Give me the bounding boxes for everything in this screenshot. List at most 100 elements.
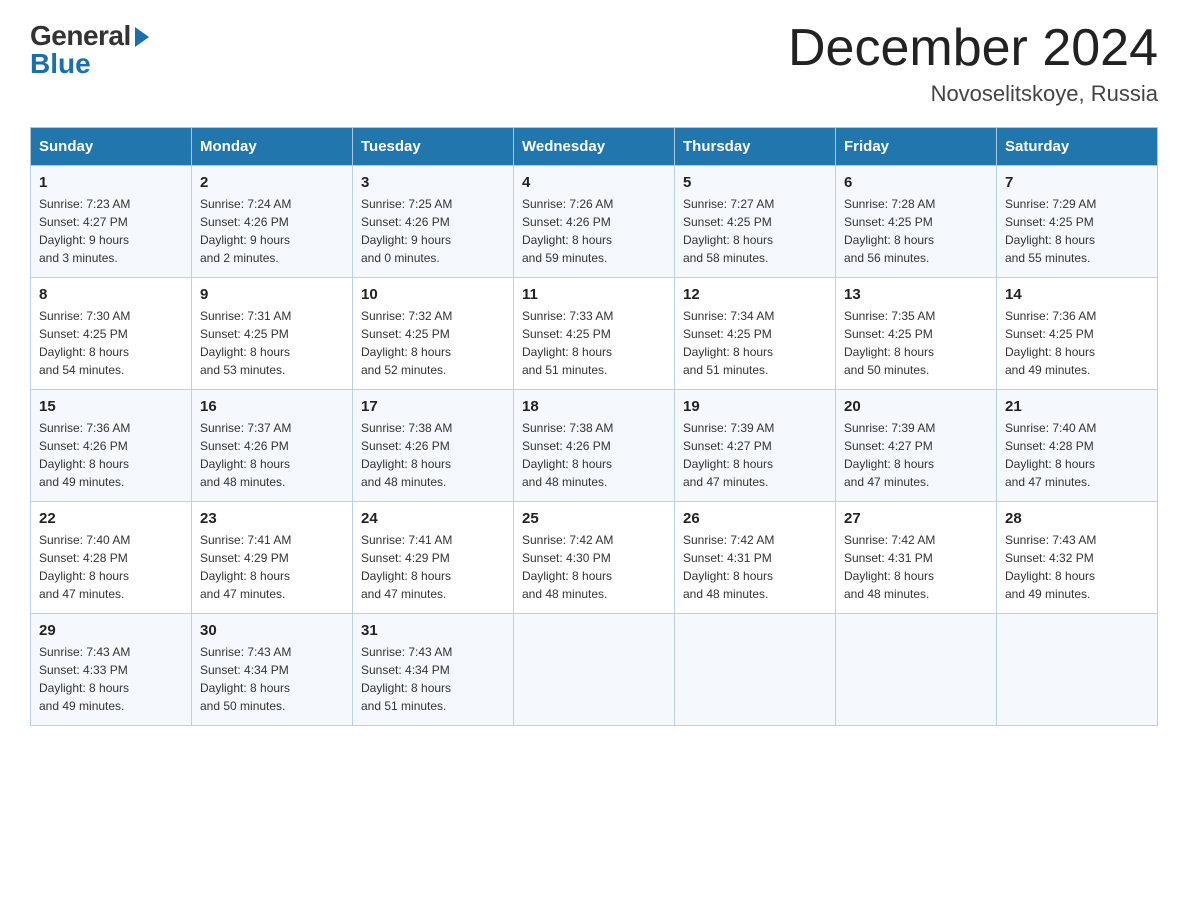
calendar-week-row: 8 Sunrise: 7:30 AMSunset: 4:25 PMDayligh… <box>31 278 1158 390</box>
day-number: 23 <box>200 510 344 527</box>
day-info: Sunrise: 7:39 AMSunset: 4:27 PMDaylight:… <box>683 421 774 489</box>
day-number: 8 <box>39 286 183 303</box>
column-header-tuesday: Tuesday <box>353 128 514 166</box>
calendar-cell: 31 Sunrise: 7:43 AMSunset: 4:34 PMDaylig… <box>353 614 514 726</box>
day-number: 1 <box>39 174 183 191</box>
day-info: Sunrise: 7:30 AMSunset: 4:25 PMDaylight:… <box>39 309 130 377</box>
day-info: Sunrise: 7:40 AMSunset: 4:28 PMDaylight:… <box>39 533 130 601</box>
day-info: Sunrise: 7:40 AMSunset: 4:28 PMDaylight:… <box>1005 421 1096 489</box>
logo-blue-text: Blue <box>30 48 91 80</box>
day-info: Sunrise: 7:35 AMSunset: 4:25 PMDaylight:… <box>844 309 935 377</box>
calendar-cell: 25 Sunrise: 7:42 AMSunset: 4:30 PMDaylig… <box>514 502 675 614</box>
day-info: Sunrise: 7:41 AMSunset: 4:29 PMDaylight:… <box>361 533 452 601</box>
month-title: December 2024 <box>788 20 1158 77</box>
day-info: Sunrise: 7:24 AMSunset: 4:26 PMDaylight:… <box>200 197 291 265</box>
logo-arrow-icon <box>135 27 149 47</box>
day-number: 6 <box>844 174 988 191</box>
day-number: 27 <box>844 510 988 527</box>
day-number: 29 <box>39 622 183 639</box>
calendar-cell: 15 Sunrise: 7:36 AMSunset: 4:26 PMDaylig… <box>31 390 192 502</box>
calendar-cell: 4 Sunrise: 7:26 AMSunset: 4:26 PMDayligh… <box>514 166 675 278</box>
calendar-cell: 29 Sunrise: 7:43 AMSunset: 4:33 PMDaylig… <box>31 614 192 726</box>
location-subtitle: Novoselitskoye, Russia <box>788 81 1158 107</box>
calendar-cell: 13 Sunrise: 7:35 AMSunset: 4:25 PMDaylig… <box>836 278 997 390</box>
day-number: 25 <box>522 510 666 527</box>
day-info: Sunrise: 7:25 AMSunset: 4:26 PMDaylight:… <box>361 197 452 265</box>
calendar-cell: 9 Sunrise: 7:31 AMSunset: 4:25 PMDayligh… <box>192 278 353 390</box>
calendar-cell: 6 Sunrise: 7:28 AMSunset: 4:25 PMDayligh… <box>836 166 997 278</box>
calendar-cell: 30 Sunrise: 7:43 AMSunset: 4:34 PMDaylig… <box>192 614 353 726</box>
calendar-cell: 27 Sunrise: 7:42 AMSunset: 4:31 PMDaylig… <box>836 502 997 614</box>
day-info: Sunrise: 7:32 AMSunset: 4:25 PMDaylight:… <box>361 309 452 377</box>
calendar-cell: 12 Sunrise: 7:34 AMSunset: 4:25 PMDaylig… <box>675 278 836 390</box>
day-number: 4 <box>522 174 666 191</box>
calendar-cell <box>675 614 836 726</box>
day-number: 11 <box>522 286 666 303</box>
column-header-sunday: Sunday <box>31 128 192 166</box>
day-info: Sunrise: 7:43 AMSunset: 4:34 PMDaylight:… <box>361 645 452 713</box>
calendar-table: SundayMondayTuesdayWednesdayThursdayFrid… <box>30 127 1158 726</box>
day-info: Sunrise: 7:23 AMSunset: 4:27 PMDaylight:… <box>39 197 130 265</box>
day-number: 10 <box>361 286 505 303</box>
day-info: Sunrise: 7:37 AMSunset: 4:26 PMDaylight:… <box>200 421 291 489</box>
day-number: 7 <box>1005 174 1149 191</box>
logo: General Blue <box>30 20 149 80</box>
calendar-week-row: 1 Sunrise: 7:23 AMSunset: 4:27 PMDayligh… <box>31 166 1158 278</box>
calendar-cell: 8 Sunrise: 7:30 AMSunset: 4:25 PMDayligh… <box>31 278 192 390</box>
calendar-cell: 1 Sunrise: 7:23 AMSunset: 4:27 PMDayligh… <box>31 166 192 278</box>
calendar-cell: 22 Sunrise: 7:40 AMSunset: 4:28 PMDaylig… <box>31 502 192 614</box>
day-info: Sunrise: 7:27 AMSunset: 4:25 PMDaylight:… <box>683 197 774 265</box>
day-info: Sunrise: 7:28 AMSunset: 4:25 PMDaylight:… <box>844 197 935 265</box>
day-number: 22 <box>39 510 183 527</box>
calendar-cell: 18 Sunrise: 7:38 AMSunset: 4:26 PMDaylig… <box>514 390 675 502</box>
calendar-week-row: 22 Sunrise: 7:40 AMSunset: 4:28 PMDaylig… <box>31 502 1158 614</box>
day-number: 2 <box>200 174 344 191</box>
day-info: Sunrise: 7:36 AMSunset: 4:25 PMDaylight:… <box>1005 309 1096 377</box>
calendar-cell: 3 Sunrise: 7:25 AMSunset: 4:26 PMDayligh… <box>353 166 514 278</box>
column-header-wednesday: Wednesday <box>514 128 675 166</box>
day-info: Sunrise: 7:36 AMSunset: 4:26 PMDaylight:… <box>39 421 130 489</box>
calendar-cell <box>514 614 675 726</box>
day-number: 24 <box>361 510 505 527</box>
day-info: Sunrise: 7:38 AMSunset: 4:26 PMDaylight:… <box>522 421 613 489</box>
day-info: Sunrise: 7:31 AMSunset: 4:25 PMDaylight:… <box>200 309 291 377</box>
day-info: Sunrise: 7:26 AMSunset: 4:26 PMDaylight:… <box>522 197 613 265</box>
day-info: Sunrise: 7:34 AMSunset: 4:25 PMDaylight:… <box>683 309 774 377</box>
day-number: 28 <box>1005 510 1149 527</box>
day-number: 15 <box>39 398 183 415</box>
calendar-cell: 17 Sunrise: 7:38 AMSunset: 4:26 PMDaylig… <box>353 390 514 502</box>
day-number: 19 <box>683 398 827 415</box>
day-info: Sunrise: 7:43 AMSunset: 4:32 PMDaylight:… <box>1005 533 1096 601</box>
day-number: 13 <box>844 286 988 303</box>
column-header-thursday: Thursday <box>675 128 836 166</box>
day-number: 16 <box>200 398 344 415</box>
day-number: 3 <box>361 174 505 191</box>
day-number: 12 <box>683 286 827 303</box>
calendar-cell: 20 Sunrise: 7:39 AMSunset: 4:27 PMDaylig… <box>836 390 997 502</box>
calendar-cell: 16 Sunrise: 7:37 AMSunset: 4:26 PMDaylig… <box>192 390 353 502</box>
calendar-cell: 24 Sunrise: 7:41 AMSunset: 4:29 PMDaylig… <box>353 502 514 614</box>
calendar-cell <box>997 614 1158 726</box>
calendar-cell: 23 Sunrise: 7:41 AMSunset: 4:29 PMDaylig… <box>192 502 353 614</box>
calendar-cell: 2 Sunrise: 7:24 AMSunset: 4:26 PMDayligh… <box>192 166 353 278</box>
day-info: Sunrise: 7:33 AMSunset: 4:25 PMDaylight:… <box>522 309 613 377</box>
calendar-cell: 14 Sunrise: 7:36 AMSunset: 4:25 PMDaylig… <box>997 278 1158 390</box>
day-info: Sunrise: 7:38 AMSunset: 4:26 PMDaylight:… <box>361 421 452 489</box>
column-header-monday: Monday <box>192 128 353 166</box>
day-number: 30 <box>200 622 344 639</box>
day-info: Sunrise: 7:39 AMSunset: 4:27 PMDaylight:… <box>844 421 935 489</box>
day-info: Sunrise: 7:42 AMSunset: 4:31 PMDaylight:… <box>683 533 774 601</box>
calendar-cell: 10 Sunrise: 7:32 AMSunset: 4:25 PMDaylig… <box>353 278 514 390</box>
day-info: Sunrise: 7:29 AMSunset: 4:25 PMDaylight:… <box>1005 197 1096 265</box>
column-header-saturday: Saturday <box>997 128 1158 166</box>
day-number: 18 <box>522 398 666 415</box>
calendar-cell: 19 Sunrise: 7:39 AMSunset: 4:27 PMDaylig… <box>675 390 836 502</box>
day-info: Sunrise: 7:42 AMSunset: 4:30 PMDaylight:… <box>522 533 613 601</box>
day-number: 9 <box>200 286 344 303</box>
calendar-cell: 11 Sunrise: 7:33 AMSunset: 4:25 PMDaylig… <box>514 278 675 390</box>
calendar-cell: 28 Sunrise: 7:43 AMSunset: 4:32 PMDaylig… <box>997 502 1158 614</box>
day-number: 21 <box>1005 398 1149 415</box>
column-header-friday: Friday <box>836 128 997 166</box>
calendar-cell: 21 Sunrise: 7:40 AMSunset: 4:28 PMDaylig… <box>997 390 1158 502</box>
page-header: General Blue December 2024 Novoselitskoy… <box>30 20 1158 107</box>
